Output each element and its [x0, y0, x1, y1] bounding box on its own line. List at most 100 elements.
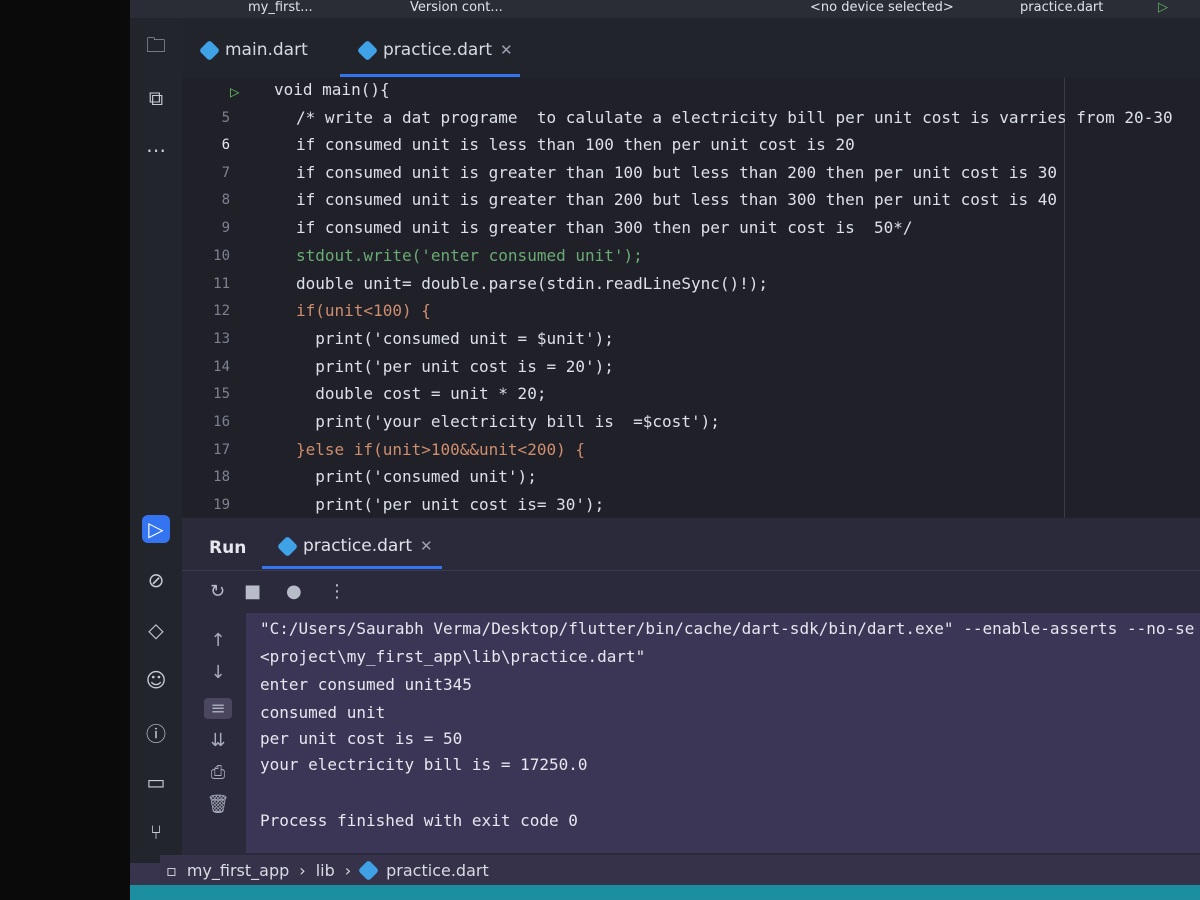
dart-file-icon — [358, 859, 380, 881]
flutter-inspector-icon[interactable]: ◇ — [142, 616, 170, 644]
console-line: per unit cost is = 50 — [260, 729, 463, 748]
close-icon[interactable]: ✕ — [500, 41, 513, 59]
terminal-icon[interactable]: ▭ — [142, 768, 170, 796]
code-editor[interactable]: ▷ void main(){ 5 /* write a dat programe… — [182, 78, 1200, 518]
editor-tabs: main.dart practice.dart ✕ — [182, 18, 1200, 79]
run-tab-practice[interactable]: practice.dart ✕ — [276, 535, 433, 557]
code-text: print('consumed unit = $unit'); — [296, 329, 614, 348]
print-icon[interactable]: ⎙ — [204, 762, 232, 783]
code-text: if consumed unit is less than 100 then p… — [296, 135, 855, 154]
code-text: if consumed unit is greater than 100 but… — [296, 163, 1057, 182]
run-panel-title: Run — [209, 538, 247, 558]
run-toolbar: ↻ ■ ● ⋮ — [182, 571, 1200, 613]
line-number: 18 — [213, 469, 230, 485]
run-gutter-icon[interactable]: ▷ — [230, 82, 240, 101]
code-text: double unit= double.parse(stdin.readLine… — [296, 274, 769, 293]
run-tool-window: Run practice.dart ✕ ↻ ■ ● ⋮ ↑ ↓ ≡ ⇊ ⎙ 🗑 … — [182, 518, 1200, 855]
code-text: double cost = unit * 20; — [296, 384, 547, 403]
git-icon[interactable]: ⑂ — [142, 818, 170, 846]
breadcrumb-separator-icon: › — [299, 860, 306, 880]
line-number: 6 — [221, 137, 230, 153]
code-line: 6 if consumed unit is less than 100 then… — [182, 133, 1200, 160]
breadcrumb-lib[interactable]: lib — [316, 861, 335, 880]
structure-icon[interactable]: ⧉ — [142, 84, 170, 112]
console-line: your electricity bill is = 17250.0 — [260, 755, 588, 774]
project-folder-icon[interactable]: 🗀 — [142, 33, 170, 62]
line-number: 13 — [213, 331, 230, 347]
tab-main-dart[interactable]: main.dart — [198, 39, 308, 61]
run-icon[interactable]: ▷ — [1158, 0, 1168, 15]
dart-file-icon — [276, 535, 299, 557]
clear-all-icon[interactable]: 🗑 — [204, 794, 232, 815]
line-number: 8 — [221, 192, 230, 208]
profiler-icon[interactable]: ☺ — [142, 666, 170, 694]
close-icon[interactable]: ✕ — [420, 537, 433, 555]
console-line: consumed unit — [260, 703, 386, 722]
run-tab-label: practice.dart — [303, 536, 413, 556]
line-number: 15 — [213, 386, 230, 402]
run-config-selector[interactable]: practice.dart — [1020, 0, 1103, 15]
vcs-menu[interactable]: Version cont... — [410, 0, 503, 15]
code-text: }else if(unit>100&&unit<200) { — [296, 440, 585, 459]
code-line: 16 print('your electricity bill is =$cos… — [182, 410, 1200, 437]
code-line: 14 print('per unit cost is = 20'); — [182, 355, 1200, 382]
more-options-icon[interactable]: ⋮ — [328, 581, 346, 602]
problems-icon[interactable]: ⓘ — [142, 718, 170, 746]
code-text: print('per unit cost is= 30'); — [296, 495, 605, 514]
line-number: 10 — [213, 248, 230, 264]
line-number: 9 — [221, 220, 230, 236]
breadcrumb-separator-icon: › — [344, 860, 352, 880]
code-line: 10 stdout.write('enter consumed unit'); — [182, 244, 1200, 271]
run-tool-icon[interactable]: ▷ — [142, 515, 170, 543]
code-text: if consumed unit is greater than 300 the… — [296, 218, 913, 237]
breadcrumb-file[interactable]: practice.dart — [386, 861, 489, 880]
code-line: 8 if consumed unit is greater than 200 b… — [182, 188, 1200, 215]
code-text: void main(){ — [274, 80, 390, 99]
code-line: 13 print('consumed unit = $unit'); — [182, 327, 1200, 354]
code-text: print('per unit cost is = 20'); — [296, 357, 614, 376]
scroll-to-end-icon[interactable]: ⇊ — [204, 730, 232, 751]
breadcrumb-project[interactable]: my_first_app — [187, 861, 289, 880]
soft-wrap-icon[interactable]: ≡ — [204, 698, 232, 719]
tab-practice-dart[interactable]: practice.dart ✕ — [356, 39, 513, 61]
line-number: 14 — [213, 359, 230, 375]
more-tools-icon[interactable]: ⋯ — [142, 136, 170, 164]
console-line: enter consumed unit345 — [260, 675, 472, 694]
code-line: 9 if consumed unit is greater than 300 t… — [182, 216, 1200, 243]
code-line: 15 double cost = unit * 20; — [182, 382, 1200, 409]
debug-icon[interactable]: ⊘ — [142, 566, 170, 594]
line-number: 7 — [221, 165, 230, 181]
active-run-tab-indicator — [262, 566, 442, 569]
code-line: ▷ void main(){ — [182, 78, 1200, 105]
scroll-down-icon[interactable]: ↓ — [204, 662, 232, 683]
stop-icon[interactable]: ■ — [244, 581, 261, 602]
module-icon: ▫ — [166, 860, 177, 880]
tool-window-strip: 🗀 ⧉ ⋯ ▷ ⊘ ◇ ☺ ⓘ ▭ ⑂ — [130, 18, 182, 863]
breadcrumb: ▫ my_first_app › lib › practice.dart — [160, 855, 1200, 885]
code-text: if consumed unit is greater than 200 but… — [296, 190, 1057, 209]
code-line: 17 }else if(unit>100&&unit<200) { — [182, 438, 1200, 465]
dart-file-icon — [356, 39, 379, 61]
dump-threads-icon[interactable]: ● — [286, 581, 302, 602]
scroll-up-icon[interactable]: ↑ — [204, 630, 232, 651]
rerun-icon[interactable]: ↻ — [210, 581, 225, 602]
code-text: if(unit<100) { — [296, 301, 431, 320]
code-line: 18 print('consumed unit'); — [182, 465, 1200, 492]
run-header: Run practice.dart ✕ — [182, 518, 1200, 571]
code-text: print('your electricity bill is =$cost')… — [296, 412, 720, 431]
console-line: <project\my_first_app\lib\practice.dart" — [260, 647, 646, 666]
code-line: 19 print('per unit cost is= 30'); — [182, 493, 1200, 518]
console-line: Process finished with exit code 0 — [260, 811, 578, 830]
line-number: 16 — [213, 414, 230, 430]
code-line: 7 if consumed unit is greater than 100 b… — [182, 161, 1200, 188]
dart-file-icon — [198, 39, 221, 61]
device-selector[interactable]: <no device selected> — [810, 0, 954, 15]
line-number: 19 — [213, 497, 230, 513]
code-text: stdout.write('enter consumed unit'); — [296, 246, 643, 265]
tab-label: main.dart — [225, 40, 308, 60]
console-output[interactable]: "C:/Users/Saurabh Verma/Desktop/flutter/… — [246, 613, 1200, 853]
console-line: "C:/Users/Saurabh Verma/Desktop/flutter/… — [260, 619, 1195, 638]
monitor-bezel — [0, 0, 130, 900]
code-text: /* write a dat programe to calulate a el… — [296, 108, 1173, 127]
project-selector[interactable]: my_first... — [248, 0, 313, 15]
